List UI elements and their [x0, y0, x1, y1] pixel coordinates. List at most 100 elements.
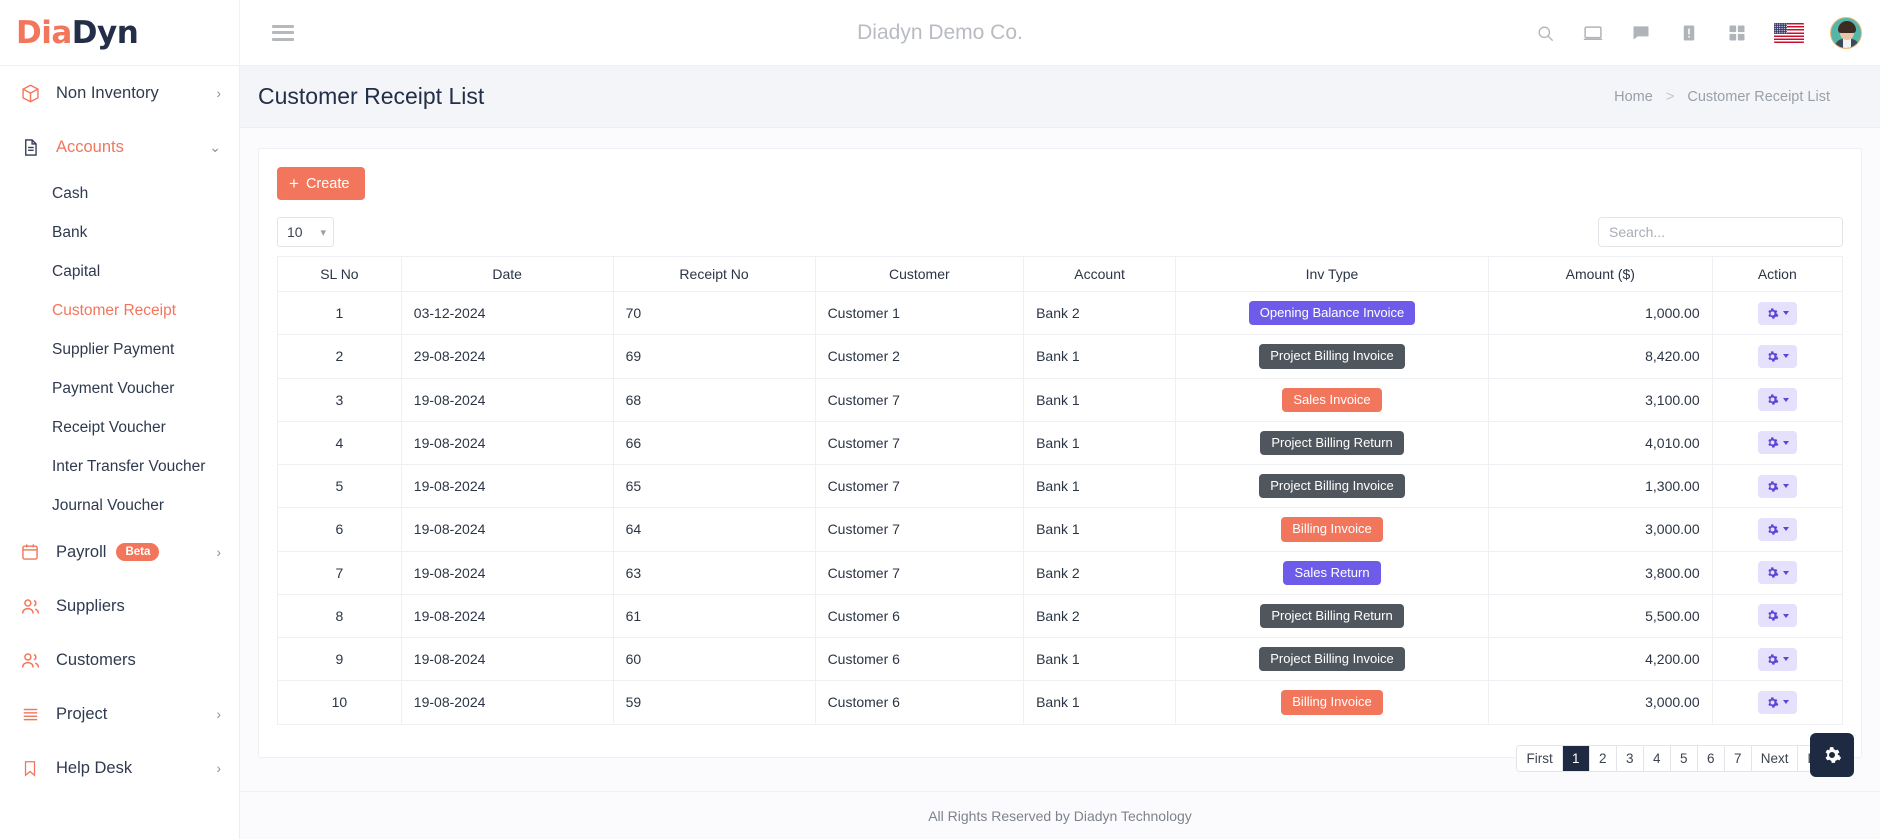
row-action-button[interactable]: [1757, 517, 1797, 541]
column-header-amount[interactable]: Amount ($): [1487, 256, 1713, 292]
pagination-button-6[interactable]: 6: [1697, 745, 1725, 771]
grid-icon[interactable]: [1726, 22, 1748, 44]
cell-receipt-no: 69: [612, 334, 816, 379]
logo-text-part2: Dyn: [71, 14, 139, 51]
cell-receipt-no: 63: [612, 550, 816, 595]
row-action-button[interactable]: [1757, 301, 1797, 325]
search-input[interactable]: [1598, 217, 1843, 247]
row-action-button[interactable]: [1757, 431, 1797, 455]
cell-date: 19-08-2024: [400, 420, 614, 466]
sidebar-subitem-journal-voucher[interactable]: Journal Voucher: [0, 486, 239, 525]
chevron-right-icon: ›: [216, 544, 221, 560]
table-controls: 10 ▾: [277, 217, 1843, 247]
sidebar-subitem-bank[interactable]: Bank: [0, 213, 239, 252]
sidebar-subitem-inter-transfer-voucher[interactable]: Inter Transfer Voucher: [0, 447, 239, 486]
sidebar-subitem-cash[interactable]: Cash: [0, 174, 239, 213]
menu-toggle-icon[interactable]: [272, 24, 294, 41]
pagination-button-7[interactable]: 7: [1724, 745, 1752, 771]
sidebar-item-suppliers[interactable]: Suppliers: [0, 579, 239, 633]
row-action-button[interactable]: [1757, 690, 1797, 714]
cell-date: 19-08-2024: [400, 507, 614, 552]
status-badge: Project Billing Invoice: [1259, 344, 1405, 369]
settings-fab-button[interactable]: [1810, 733, 1854, 777]
page-length-select[interactable]: 10 ▾: [277, 217, 334, 247]
row-action-button[interactable]: [1757, 604, 1797, 628]
table-row: 3 19-08-2024 68 Customer 7 Bank 1 Sales Invoi…: [277, 377, 1844, 422]
cell-amount: 3,000.00: [1487, 507, 1713, 552]
column-header-date[interactable]: Date: [400, 256, 614, 292]
cell-inv-type: Project Billing Invoice: [1175, 334, 1489, 379]
sidebar-subitem-receipt-voucher[interactable]: Receipt Voucher: [0, 408, 239, 447]
cell-account: Bank 1: [1023, 636, 1177, 682]
row-action-button[interactable]: [1757, 344, 1797, 368]
pagination-button-4[interactable]: 4: [1643, 745, 1671, 771]
pagination-button-5[interactable]: 5: [1670, 745, 1698, 771]
flag-icon[interactable]: [1774, 23, 1804, 43]
sidebar-label: Customers: [56, 650, 136, 669]
sidebar-subitem-supplier-payment[interactable]: Supplier Payment: [0, 330, 239, 369]
status-badge: Project Billing Return: [1260, 430, 1404, 455]
cell-customer: Customer 7: [814, 550, 1025, 595]
column-header-inv-type[interactable]: Inv Type: [1175, 256, 1489, 292]
sidebar: Non Inventory › Accounts ⌄ Cash Bank Cap…: [0, 66, 240, 839]
column-header-receipt-no[interactable]: Receipt No: [612, 256, 816, 292]
breadcrumb-current: Customer Receipt List: [1687, 88, 1830, 105]
sidebar-subitem-customer-receipt[interactable]: Customer Receipt: [0, 291, 239, 330]
cell-receipt-no: 66: [612, 420, 816, 466]
sidebar-item-customers[interactable]: Customers: [0, 633, 239, 687]
avatar[interactable]: [1830, 17, 1862, 49]
cell-action: [1711, 593, 1844, 639]
row-action-button[interactable]: [1757, 647, 1797, 671]
cell-sl-no: 9: [277, 636, 402, 682]
sidebar-sublabel: Payment Voucher: [52, 379, 175, 397]
create-button[interactable]: + Create: [277, 167, 366, 200]
sidebar-item-non-inventory[interactable]: Non Inventory ›: [0, 66, 239, 120]
table-row: 6 19-08-2024 64 Customer 7 Bank 1 Billing Inv…: [277, 507, 1844, 552]
search-icon[interactable]: [1534, 22, 1556, 44]
gear-icon: [1766, 393, 1779, 406]
pagination-button-next[interactable]: Next: [1751, 745, 1799, 771]
status-badge: Project Billing Invoice: [1259, 647, 1405, 672]
cell-sl-no: 7: [277, 550, 402, 595]
cell-receipt-no: 65: [612, 463, 816, 509]
sidebar-sublabel: Cash: [52, 184, 89, 202]
sidebar-subitem-payment-voucher[interactable]: Payment Voucher: [0, 369, 239, 408]
pagination-button-3[interactable]: 3: [1616, 745, 1644, 771]
sidebar-item-help-desk[interactable]: Help Desk ›: [0, 741, 239, 795]
pagination-button-first[interactable]: First: [1517, 745, 1563, 771]
sidebar-item-project[interactable]: Project ›: [0, 687, 239, 741]
plus-icon: +: [289, 174, 299, 193]
pagination-button-1[interactable]: 1: [1562, 745, 1590, 771]
column-header-customer[interactable]: Customer: [814, 256, 1025, 292]
cell-customer: Customer 7: [814, 420, 1025, 466]
row-action-button[interactable]: [1757, 474, 1797, 498]
cell-inv-type: Billing Invoice: [1175, 680, 1489, 725]
status-badge: Billing Invoice: [1281, 690, 1383, 715]
cell-account: Bank 2: [1023, 550, 1177, 595]
sidebar-item-payroll[interactable]: Payroll Beta ›: [0, 525, 239, 579]
breadcrumb-home[interactable]: Home: [1614, 89, 1653, 105]
table-body: 1 03-12-2024 70 Customer 1 Bank 2 Opening Bal…: [277, 290, 1844, 725]
cell-customer: Customer 6: [814, 593, 1025, 639]
beta-badge: Beta: [116, 543, 160, 561]
app-logo[interactable]: DiaDyn: [16, 14, 139, 51]
row-action-button[interactable]: [1757, 388, 1797, 412]
alert-icon[interactable]: [1678, 22, 1700, 44]
chat-icon[interactable]: [1630, 22, 1652, 44]
sidebar-label: Project: [56, 704, 108, 723]
cell-account: Bank 2: [1023, 290, 1177, 336]
monitor-icon[interactable]: [1582, 22, 1604, 44]
column-header-account[interactable]: Account: [1023, 256, 1177, 292]
cell-amount: 8,420.00: [1487, 334, 1713, 379]
users-icon: [18, 594, 42, 618]
hamburger-bar: [272, 37, 294, 41]
sidebar-subitem-capital[interactable]: Capital: [0, 252, 239, 291]
pagination-button-2[interactable]: 2: [1589, 745, 1617, 771]
gear-icon: [1766, 480, 1779, 493]
breadcrumb: Home > Customer Receipt List: [1614, 89, 1830, 105]
column-header-sl-no[interactable]: SL No: [277, 256, 402, 292]
row-action-button[interactable]: [1757, 561, 1797, 585]
table-row: 4 19-08-2024 66 Customer 7 Bank 1 Project Bil…: [277, 420, 1844, 466]
cell-account: Bank 1: [1023, 377, 1177, 422]
sidebar-item-accounts[interactable]: Accounts ⌄: [0, 120, 239, 174]
